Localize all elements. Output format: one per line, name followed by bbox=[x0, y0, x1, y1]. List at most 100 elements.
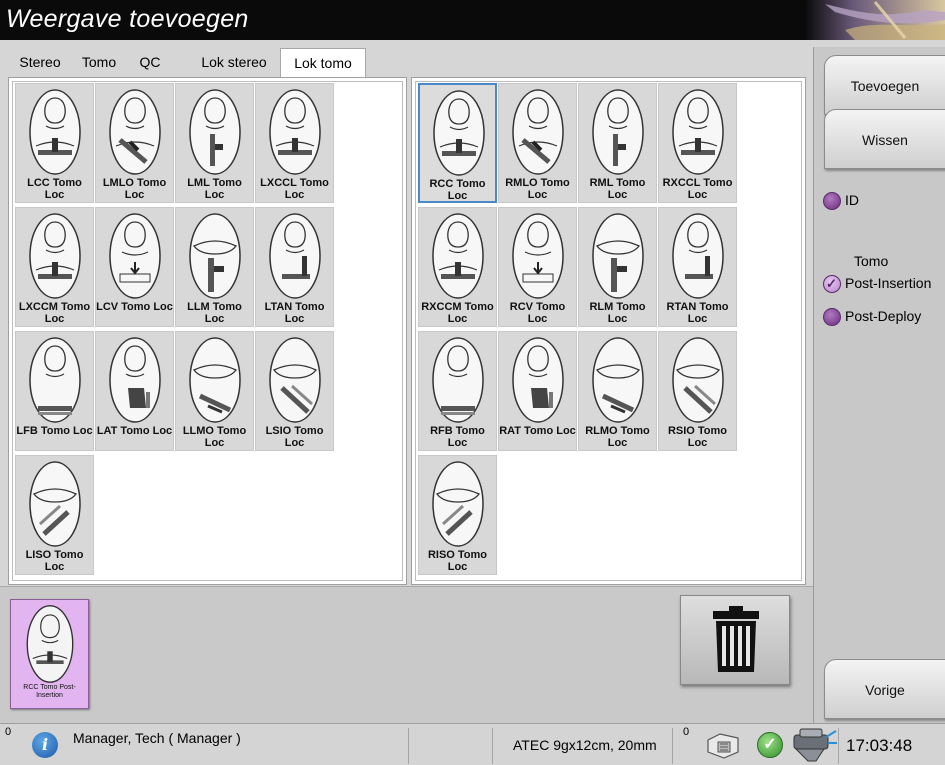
patient-pose-icon bbox=[269, 213, 321, 299]
view-thumbnail-lfb-tomo-loc[interactable]: LFB Tomo Loc bbox=[15, 331, 94, 451]
patient-pose-icon bbox=[432, 213, 484, 299]
output-queue-icon[interactable] bbox=[704, 730, 742, 760]
status-divider bbox=[672, 728, 673, 764]
title-bar: Weergave toevoegen bbox=[0, 0, 945, 40]
info-icon[interactable]: i bbox=[32, 732, 58, 758]
status-divider bbox=[492, 728, 493, 764]
view-thumbnail-lcc-tomo-loc[interactable]: LCC Tomo Loc bbox=[15, 83, 94, 203]
view-thumbnail-lxccl-tomo-loc[interactable]: LXCCL Tomo Loc bbox=[255, 83, 334, 203]
view-label: RCV Tomo Loc bbox=[509, 301, 566, 325]
view-label: LAT Tomo Loc bbox=[96, 425, 173, 437]
view-label: LCC Tomo Loc bbox=[27, 177, 82, 201]
tab-tomo[interactable]: Tomo bbox=[72, 48, 126, 76]
view-label: LXCCL Tomo Loc bbox=[260, 177, 329, 201]
patient-pose-icon bbox=[109, 213, 161, 299]
view-thumbnail-lml-tomo-loc[interactable]: LML Tomo Loc bbox=[175, 83, 254, 203]
system-ok-icon[interactable]: ✓ bbox=[757, 732, 783, 758]
id-option-label: ID bbox=[845, 192, 859, 208]
view-thumbnail-llmo-tomo-loc[interactable]: LLMO Tomo Loc bbox=[175, 331, 254, 451]
view-thumbnail-lmlo-tomo-loc[interactable]: LMLO Tomo Loc bbox=[95, 83, 174, 203]
patient-pose-icon bbox=[432, 461, 484, 547]
xray-tube-icon[interactable] bbox=[786, 727, 838, 763]
tab-stereo[interactable]: Stereo bbox=[10, 48, 70, 76]
patient-pose-icon bbox=[432, 337, 484, 423]
view-label: LXCCM Tomo Loc bbox=[18, 301, 91, 325]
window-title: Weergave toevoegen bbox=[6, 5, 249, 33]
patient-pose-icon bbox=[672, 89, 724, 175]
patient-pose-icon bbox=[592, 213, 644, 299]
action-sidebar: Toevoegen Wissen ID Tomo ✓ Post-Insertio… bbox=[813, 47, 945, 723]
patient-pose-icon bbox=[512, 213, 564, 299]
tab-qc[interactable]: QC bbox=[128, 48, 172, 76]
view-thumbnail-rlmo-tomo-loc[interactable]: RLMO Tomo Loc bbox=[578, 331, 657, 451]
clear-button[interactable]: Wissen bbox=[824, 109, 945, 169]
trash-button[interactable] bbox=[680, 595, 790, 685]
view-label: RTAN Tomo Loc bbox=[666, 301, 729, 325]
left-views-panel: LCC Tomo Loc LMLO Tomo Loc LML Tomo Loc LXC… bbox=[8, 77, 407, 585]
view-label: RCC Tomo Loc bbox=[429, 178, 486, 202]
patient-pose-icon bbox=[189, 89, 241, 175]
view-label: LML Tomo Loc bbox=[187, 177, 242, 201]
view-thumbnail-riso-tomo-loc[interactable]: RISO Tomo Loc bbox=[418, 455, 497, 575]
view-thumbnail-lxccm-tomo-loc[interactable]: LXCCM Tomo Loc bbox=[15, 207, 94, 327]
acquired-view-label: RCC Tomo Post-Insertion bbox=[23, 684, 76, 699]
view-thumbnail-rcc-tomo-loc[interactable]: RCC Tomo Loc bbox=[418, 83, 497, 203]
view-thumbnail-lsio-tomo-loc[interactable]: LSIO Tomo Loc bbox=[255, 331, 334, 451]
back-button[interactable]: Vorige bbox=[824, 659, 945, 719]
clock: 17:03:48 bbox=[846, 736, 913, 755]
view-thumbnail-rtan-tomo-loc[interactable]: RTAN Tomo Loc bbox=[658, 207, 737, 327]
view-label: RMLO Tomo Loc bbox=[505, 177, 570, 201]
current-user: Manager, Tech ( Manager ) bbox=[73, 730, 241, 746]
status-divider bbox=[838, 728, 839, 764]
trash-icon bbox=[713, 606, 759, 672]
view-label: RLM Tomo Loc bbox=[589, 301, 646, 325]
patient-pose-icon bbox=[433, 90, 485, 176]
patient-pose-icon bbox=[592, 89, 644, 175]
view-thumbnail-llm-tomo-loc[interactable]: LLM Tomo Loc bbox=[175, 207, 254, 327]
view-label: LMLO Tomo Loc bbox=[102, 177, 167, 201]
view-thumbnail-rcv-tomo-loc[interactable]: RCV Tomo Loc bbox=[498, 207, 577, 327]
patient-pose-icon bbox=[269, 89, 321, 175]
view-label: LSIO Tomo Loc bbox=[265, 425, 324, 449]
right-views-panel: RCC Tomo Loc RMLO Tomo Loc RML Tomo Loc RXC… bbox=[411, 77, 806, 585]
patient-pose-icon bbox=[269, 337, 321, 423]
view-thumbnail-rat-tomo-loc[interactable]: RAT Tomo Loc bbox=[498, 331, 577, 451]
status-bar: 0 i Manager, Tech ( Manager ) ATEC 9gx12… bbox=[0, 723, 945, 765]
view-thumbnail-rxccl-tomo-loc[interactable]: RXCCL Tomo Loc bbox=[658, 83, 737, 203]
view-thumbnail-rmlo-tomo-loc[interactable]: RMLO Tomo Loc bbox=[498, 83, 577, 203]
view-label: RFB Tomo Loc bbox=[430, 425, 485, 449]
patient-pose-icon bbox=[189, 213, 241, 299]
patient-pose-icon bbox=[29, 213, 81, 299]
view-thumbnail-rfb-tomo-loc[interactable]: RFB Tomo Loc bbox=[418, 331, 497, 451]
view-thumbnail-ltan-tomo-loc[interactable]: LTAN Tomo Loc bbox=[255, 207, 334, 327]
view-label: LLMO Tomo Loc bbox=[182, 425, 247, 449]
right-views-grid: RCC Tomo Loc RMLO Tomo Loc RML Tomo Loc RXC… bbox=[415, 81, 802, 581]
view-label: RML Tomo Loc bbox=[589, 177, 646, 201]
view-thumbnail-lcv-tomo-loc[interactable]: LCV Tomo Loc bbox=[95, 207, 174, 327]
tab-lok-stereo[interactable]: Lok stereo bbox=[188, 48, 280, 76]
tab-lok-tomo[interactable]: Lok tomo bbox=[280, 48, 366, 77]
view-thumbnail-rxccm-tomo-loc[interactable]: RXCCM Tomo Loc bbox=[418, 207, 497, 327]
view-thumbnail-rml-tomo-loc[interactable]: RML Tomo Loc bbox=[578, 83, 657, 203]
status-divider bbox=[408, 728, 409, 764]
view-thumbnail-lat-tomo-loc[interactable]: LAT Tomo Loc bbox=[95, 331, 174, 451]
view-thumbnail-rlm-tomo-loc[interactable]: RLM Tomo Loc bbox=[578, 207, 657, 327]
tomo-group-label: Tomo bbox=[854, 253, 889, 269]
acquired-view-thumbnail[interactable]: RCC Tomo Post-Insertion bbox=[10, 599, 89, 709]
patient-pose-icon bbox=[26, 605, 74, 683]
view-thumbnail-liso-tomo-loc[interactable]: LISO Tomo Loc bbox=[15, 455, 94, 575]
view-label: RISO Tomo Loc bbox=[427, 549, 488, 573]
view-label: RLMO Tomo Loc bbox=[585, 425, 650, 449]
view-label: RXCCL Tomo Loc bbox=[662, 177, 733, 201]
patient-pose-icon bbox=[592, 337, 644, 423]
patient-pose-icon bbox=[189, 337, 241, 423]
radio-button-icon bbox=[823, 308, 841, 326]
acquired-views-area: RCC Tomo Post-Insertion bbox=[0, 586, 813, 723]
view-label: RSIO Tomo Loc bbox=[667, 425, 728, 449]
view-thumbnail-rsio-tomo-loc[interactable]: RSIO Tomo Loc bbox=[658, 331, 737, 451]
view-label: LLM Tomo Loc bbox=[187, 301, 242, 325]
output-queue-count: 0 bbox=[683, 726, 690, 738]
add-button[interactable]: Toevoegen bbox=[824, 55, 945, 115]
patient-pose-icon bbox=[109, 89, 161, 175]
view-label: LFB Tomo Loc bbox=[16, 425, 93, 437]
